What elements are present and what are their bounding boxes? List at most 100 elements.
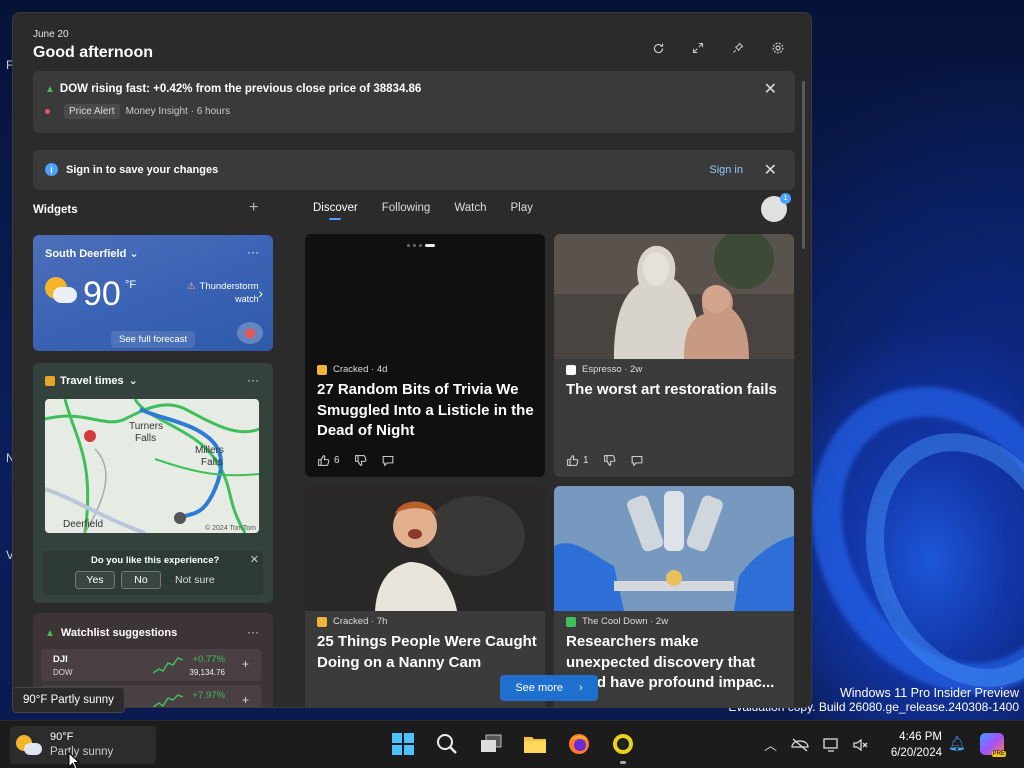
weather-alert-line2: watch (235, 294, 259, 304)
weather-temperature: 90 (83, 275, 121, 313)
tab-play[interactable]: Play (510, 202, 532, 220)
task-view-button[interactable] (476, 729, 506, 759)
alert-title: DOW rising fast: +0.42% from the previou… (59, 83, 422, 95)
warning-icon: ⚠ (187, 281, 196, 292)
add-to-watchlist-icon[interactable]: + (242, 693, 249, 707)
more-options-icon[interactable]: ··· (247, 245, 259, 259)
notification-bell-icon[interactable]: 🔔︎ (948, 735, 966, 752)
weather-widget[interactable]: South Deerfield ⌄ ··· 90 °F ⚠ Thunderstor… (33, 235, 273, 351)
comment-icon[interactable] (381, 454, 395, 467)
start-button[interactable] (388, 729, 418, 759)
feedback-prompt: Do you like this experience? ✕ Yes No No… (43, 551, 263, 595)
refresh-icon[interactable] (649, 39, 667, 57)
gear-icon[interactable] (769, 39, 787, 57)
thumbs-down-icon[interactable] (603, 454, 616, 467)
stock-change: +0.77% (192, 654, 226, 665)
sparkline-icon (153, 694, 183, 707)
pin-icon[interactable] (729, 39, 747, 57)
taskbar-weather-button[interactable]: 90°F Partly sunny (10, 726, 156, 764)
news-title[interactable]: 25 Things People Were Caught Doing on a … (317, 632, 537, 673)
clock-date: 6/20/2024 (890, 747, 942, 759)
signin-link[interactable]: Sign in (709, 164, 743, 176)
weather-location-label: South Deerfield (45, 248, 127, 260)
display-icon[interactable] (823, 737, 839, 752)
news-image (305, 234, 545, 359)
radar-icon[interactable]: ⬤ (237, 322, 263, 344)
travel-title-row[interactable]: Travel times ⌄ (45, 374, 138, 387)
signin-banner: i Sign in to save your changes Sign in ✕ (33, 150, 795, 190)
weather-unit: °F (125, 279, 137, 291)
see-more-button[interactable]: See more › (500, 675, 598, 701)
windows-logo-icon (392, 733, 414, 755)
no-button[interactable]: No (121, 571, 161, 589)
news-source-label: The Cool Down · 2w (582, 616, 669, 627)
news-title[interactable]: Researchers make unexpected discovery th… (566, 632, 786, 694)
comment-icon[interactable] (630, 454, 644, 467)
avatar[interactable]: 1 (761, 193, 791, 222)
add-to-watchlist-icon[interactable]: + (242, 657, 249, 671)
tab-discover[interactable]: Discover (313, 202, 358, 220)
more-options-icon[interactable]: ··· (247, 373, 259, 387)
news-title[interactable]: 27 Random Bits of Trivia We Smuggled Int… (317, 380, 537, 442)
price-alert-banner[interactable]: ▲ DOW rising fast: +0.42% from the previ… (33, 71, 795, 133)
news-card[interactable]: Cracked · 4d 27 Random Bits of Trivia We… (305, 234, 545, 477)
news-source-label: Cracked · 4d (333, 364, 388, 375)
yes-button[interactable]: Yes (75, 571, 115, 589)
signin-message: Sign in to save your changes (66, 164, 219, 176)
close-signin-icon[interactable]: ✕ (764, 160, 777, 180)
not-sure-button[interactable]: Not sure (175, 571, 215, 589)
more-options-icon[interactable]: ··· (247, 625, 259, 639)
news-card[interactable]: Espresso · 2w The worst art restoration … (554, 234, 794, 477)
file-explorer-button[interactable] (520, 729, 550, 759)
app-ring-icon (613, 734, 633, 754)
map-roads (45, 399, 259, 533)
cracked-logo-icon (317, 364, 327, 375)
trending-up-icon: ▲ (45, 83, 55, 95)
folder-icon (524, 737, 546, 753)
chevron-up-icon[interactable]: ︿ (764, 735, 777, 754)
see-forecast-button[interactable]: See full forecast (111, 331, 196, 348)
network-off-icon[interactable] (791, 738, 809, 752)
alert-tag: Price Alert (64, 104, 120, 119)
copilot-icon[interactable]: PRE (980, 733, 1006, 757)
unread-dot-icon (45, 109, 50, 114)
news-source: Cracked · 7h (317, 616, 387, 627)
search-button[interactable] (432, 729, 462, 759)
traffic-icon (45, 375, 55, 386)
news-actions: 6 (317, 454, 395, 467)
volume-muted-icon[interactable] (853, 738, 869, 752)
tab-watch[interactable]: Watch (454, 202, 486, 220)
traffic-map[interactable]: Turners Falls Millers Falls Deerfield © … (45, 399, 259, 533)
thumbs-down-icon[interactable] (354, 454, 367, 467)
close-alert-icon[interactable]: ✕ (764, 79, 777, 99)
news-title[interactable]: The worst art restoration fails (566, 380, 786, 401)
board-header-actions (649, 39, 787, 57)
sparkline-icon (153, 657, 183, 674)
like-button[interactable]: 1 (566, 454, 589, 467)
info-icon: i (45, 163, 58, 176)
news-source-label: Cracked · 7h (333, 616, 388, 627)
thumbs-up-icon (318, 455, 330, 466)
taskbar-condition: Partly sunny (50, 746, 114, 758)
like-count: 1 (583, 455, 589, 466)
like-button[interactable]: 6 (317, 454, 340, 467)
tab-following[interactable]: Following (382, 202, 431, 220)
stock-name: DOW (53, 668, 73, 677)
expand-icon[interactable] (689, 39, 707, 57)
app-button[interactable] (608, 729, 638, 764)
close-icon[interactable]: ✕ (250, 553, 259, 566)
board-greeting: Good afternoon (33, 44, 153, 61)
chevron-right-icon[interactable]: › (258, 285, 263, 301)
clock-time: 4:46 PM (899, 731, 942, 743)
alert-source: Money Insight · 6 hours (125, 106, 231, 117)
stock-change: +7.97% (192, 690, 226, 701)
stock-row[interactable]: DJI DOW +0.77% 39,134.76 + (41, 649, 261, 681)
add-widget-icon[interactable]: + (249, 199, 258, 217)
search-icon (437, 734, 457, 754)
taskbar-clock[interactable]: 4:46 PM 6/20/2024 (882, 729, 942, 761)
weather-alert[interactable]: ⚠ Thunderstorm watch (187, 281, 259, 305)
scrollbar[interactable] (802, 81, 805, 249)
widgets-board: June 20 Good afternoon ▲ DOW rising fast… (12, 12, 812, 708)
weather-location[interactable]: South Deerfield ⌄ (45, 247, 139, 260)
firefox-button[interactable] (564, 729, 594, 759)
